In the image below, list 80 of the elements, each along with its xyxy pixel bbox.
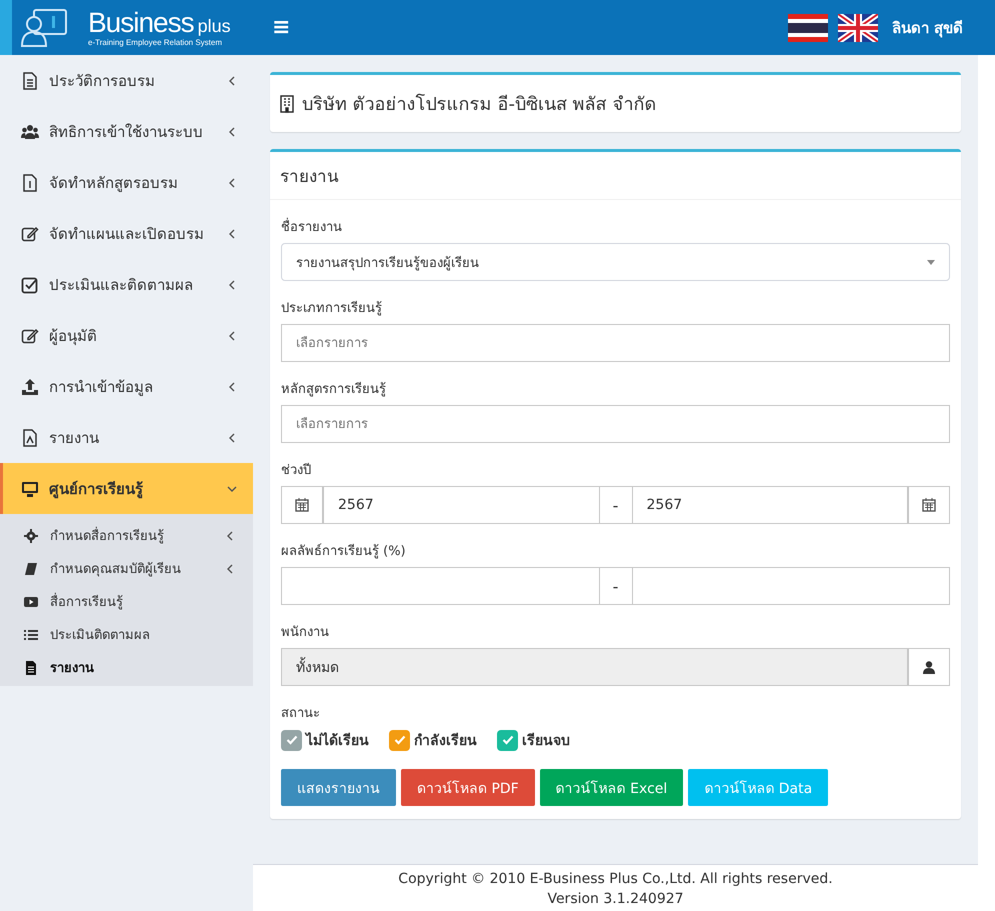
menu-toggle[interactable]: ≡ bbox=[266, 15, 296, 40]
field-label: ชื่อรายงาน bbox=[281, 216, 950, 237]
monitor-icon bbox=[21, 480, 39, 498]
edit-icon bbox=[21, 326, 39, 344]
chevron-icon bbox=[229, 280, 235, 290]
submenu-item[interactable]: สื่อการเรียนรู้ bbox=[0, 585, 253, 618]
dropdown-caret-icon bbox=[927, 260, 935, 264]
field-label: สถานะ bbox=[281, 705, 321, 723]
doc-icon bbox=[21, 174, 39, 192]
logo-subtitle: e-Training Employee Relation System bbox=[88, 38, 223, 47]
user-icon bbox=[923, 660, 935, 674]
field-label: ช่วงปี bbox=[281, 462, 312, 480]
edit-icon bbox=[21, 224, 39, 242]
submenu-item[interactable]: รายงาน bbox=[0, 651, 253, 684]
employee-picker-button[interactable] bbox=[908, 648, 950, 686]
course-field[interactable]: เลือกรายการ bbox=[281, 405, 950, 443]
field-label: พนักงาน bbox=[281, 624, 330, 642]
year-from-field[interactable]: 2567 bbox=[323, 486, 600, 524]
sidebar-item[interactable]: ผู้อนุมัติ bbox=[0, 310, 253, 361]
sidebar-item[interactable]: การนำเข้าข้อมูล bbox=[0, 361, 253, 412]
status-checkbox[interactable]: เรียนจบ bbox=[497, 729, 570, 751]
chevron-icon bbox=[227, 530, 233, 540]
action-button[interactable]: แสดงรายงาน bbox=[281, 769, 396, 806]
chevron-icon bbox=[229, 382, 235, 392]
chevron-icon bbox=[229, 76, 235, 86]
logo-icon bbox=[20, 8, 70, 48]
status-checkbox[interactable]: ไม่ได้เรียน bbox=[281, 729, 369, 751]
field-label: ประเภทการเรียนรู้ bbox=[281, 300, 383, 318]
calendar-button[interactable] bbox=[281, 486, 323, 524]
calendar-button[interactable] bbox=[908, 486, 950, 524]
calendar-icon bbox=[295, 498, 309, 512]
sidebar-item[interactable]: ประเมินและติดตามผล bbox=[0, 259, 253, 310]
user-name[interactable]: ลินดา สุขดี bbox=[892, 16, 963, 40]
play-icon bbox=[24, 594, 38, 608]
field-label: ผลลัพธ์การเรียนรู้ (%) bbox=[281, 542, 407, 561]
chevron-icon bbox=[229, 178, 235, 188]
checkmark-icon bbox=[286, 735, 298, 745]
check-icon bbox=[21, 276, 39, 294]
version-text: Version 3.1.240927 bbox=[547, 891, 684, 907]
learning-type-field[interactable]: เลือกรายการ bbox=[281, 324, 950, 362]
chevron-icon bbox=[227, 564, 233, 574]
submenu-item[interactable]: กำหนดสื่อการเรียนรู้ bbox=[0, 519, 253, 552]
calendar-icon bbox=[922, 498, 936, 512]
logo-suffix: plus bbox=[198, 16, 231, 37]
chevron-icon bbox=[227, 486, 237, 492]
submenu-item[interactable]: ประเมินติดตามผล bbox=[0, 618, 253, 651]
chevron-icon bbox=[229, 126, 235, 136]
users-icon bbox=[21, 122, 39, 140]
range-separator: - bbox=[600, 486, 632, 524]
field-label: หลักสูตรการเรียนรู้ bbox=[281, 380, 387, 399]
company-title: บริษัท ตัวอย่างโปรแกรม อี-บิซิเนส พลัส จำกัด bbox=[302, 92, 656, 117]
result-from-field[interactable] bbox=[281, 567, 600, 605]
status-checkbox[interactable]: กำลังเรียน bbox=[389, 729, 477, 751]
checkmark-icon bbox=[394, 735, 406, 745]
checkmark-icon bbox=[502, 735, 514, 745]
range-separator: - bbox=[600, 567, 632, 605]
upload-icon bbox=[21, 378, 39, 396]
filetext-icon bbox=[24, 660, 38, 674]
thai-flag-icon[interactable] bbox=[788, 14, 828, 42]
logo-title: Business bbox=[88, 8, 194, 38]
sidebar-item[interactable]: จัดทำหลักสูตรอบรม bbox=[0, 157, 253, 208]
list-icon bbox=[24, 628, 38, 642]
sidebar-item[interactable]: จัดทำแผนและเปิดอบรม bbox=[0, 208, 253, 259]
chevron-icon bbox=[229, 432, 235, 442]
action-button[interactable]: ดาวน์โหลด PDF bbox=[401, 769, 535, 806]
chevron-icon bbox=[229, 228, 235, 238]
report-name-select[interactable]: รายงานสรุปการเรียนรู้ของผู้เรียน bbox=[281, 243, 950, 281]
sidebar-item[interactable]: รายงาน bbox=[0, 412, 253, 463]
year-to-field[interactable]: 2567 bbox=[632, 486, 908, 524]
file-icon bbox=[21, 72, 39, 90]
building-icon bbox=[280, 94, 294, 112]
copyright-text: Copyright © 2010 E-Business Plus Co.,Ltd. All rights reserved. bbox=[398, 871, 833, 887]
submenu-item[interactable]: กำหนดคุณสมบัติผู้เรียน bbox=[0, 552, 253, 585]
report-card-title: รายงาน bbox=[280, 167, 339, 187]
sidebar-item[interactable]: ศูนย์การเรียนรู้ bbox=[0, 463, 253, 514]
sidebar-item[interactable]: สิทธิการเข้าใช้งานระบบ bbox=[0, 106, 253, 157]
chevron-icon bbox=[229, 330, 235, 340]
result-to-field[interactable] bbox=[632, 567, 950, 605]
uk-flag-icon[interactable] bbox=[838, 14, 878, 42]
sidebar-item[interactable]: ประวัติการอบรม bbox=[0, 55, 253, 106]
